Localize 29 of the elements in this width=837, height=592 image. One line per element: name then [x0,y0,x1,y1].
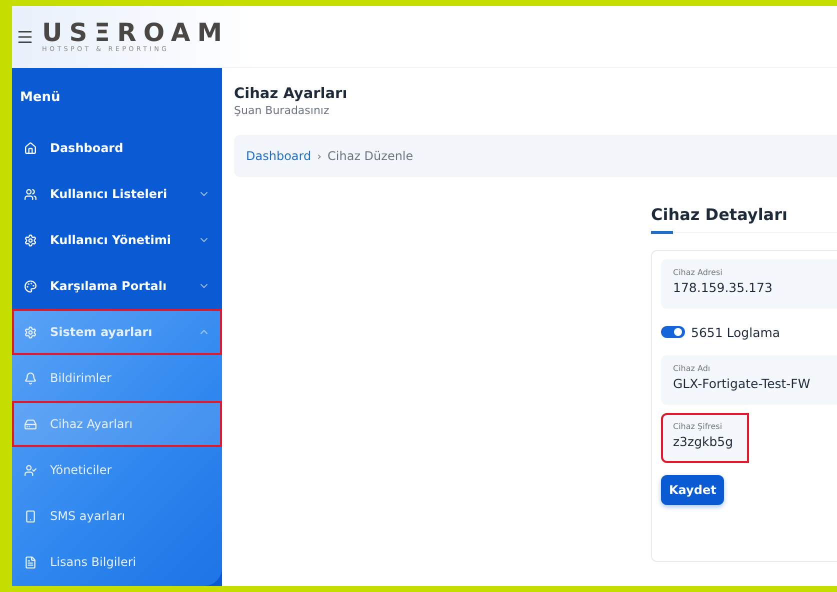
page-title: Cihaz Ayarları [234,86,348,102]
menu-icon [24,280,37,292]
menu-icon [24,464,37,476]
breadcrumb-link[interactable]: Dashboard [246,149,312,163]
menu-icon [24,556,37,568]
sidebar-item[interactable]: Lisans Bilgileri [12,539,222,585]
input-field[interactable]: Cihaz Şifresi z3zgkb5g [661,413,749,463]
sidebar-item[interactable]: Kullanıcı Listeleri [12,171,222,217]
sidebar-item[interactable]: Karşılama Portalı [12,263,222,309]
page-subtitle: Şuan Buradasınız [234,104,330,117]
menu-icon [24,188,37,200]
toggle-switch[interactable] [661,326,685,338]
input-field[interactable]: Cihaz Adı GLX-Fortigate-Test-FW [661,355,837,405]
menu-icon [24,418,37,430]
toggle-label: 5651 Loglama [691,324,780,340]
menu-icon [24,234,37,246]
menu-icon [24,510,37,522]
sidebar-item[interactable]: Dashboard [12,125,222,171]
breadcrumb-current: Cihaz Düzenle [328,149,414,163]
menu-icon [24,142,37,154]
sidebar-item[interactable]: Kullanıcı Yönetimi [12,217,222,263]
menu-icon [24,326,37,338]
input-field[interactable]: Cihaz Adresi 178.159.35.173 [661,259,837,309]
save-button[interactable]: Kaydet [661,475,724,505]
sidebar-title: Menü [19,89,62,107]
breadcrumb-separator: › [317,150,322,162]
sidebar-item[interactable]: SMS ayarları [12,493,222,539]
menu-icon [24,372,37,384]
card-title: Cihaz Detayları [651,205,788,224]
